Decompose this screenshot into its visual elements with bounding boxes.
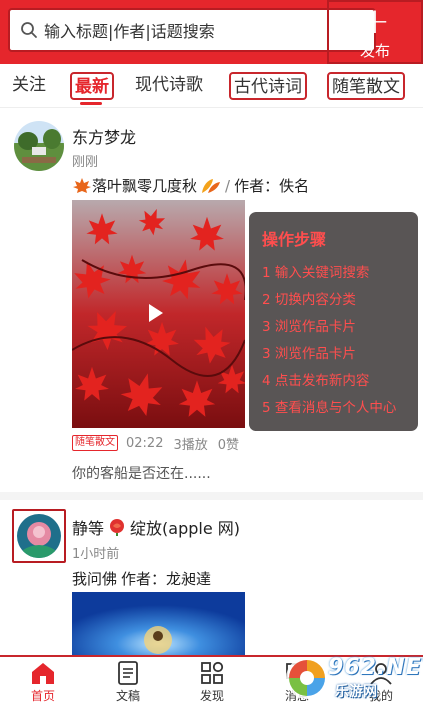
site-watermark: 962.NET 乐游网	[283, 651, 423, 705]
step-item: 2 切换内容分类	[262, 292, 356, 308]
post-title[interactable]: 落叶飘零几度秋 / 作者：佚名	[72, 175, 309, 196]
avatar[interactable]	[14, 121, 64, 171]
post-author-text: 静等	[72, 519, 105, 538]
steps-overlay: 操作步骤 1 输入关键词搜索 2 切换内容分类 3 浏览作品卡片 3 浏览作品卡…	[249, 212, 418, 431]
search-input[interactable]: 输入标题|作者|话题搜索	[8, 8, 376, 52]
like-count[interactable]: 0赞	[218, 434, 239, 453]
post-title-text: 落叶飘零几度秋	[92, 177, 198, 195]
post-time: 1小时前	[72, 547, 120, 562]
tab-latest[interactable]: 最新	[70, 72, 114, 100]
post-title-text: 我问佛	[72, 570, 118, 588]
step-item: 5 查看消息与个人中心	[262, 400, 397, 416]
post-author[interactable]: 东方梦龙	[72, 124, 136, 148]
post-excerpt[interactable]: 你的客船是否还在......	[72, 463, 211, 483]
category-tag[interactable]: 随笔散文	[72, 435, 118, 451]
active-tab-indicator	[80, 102, 102, 105]
post-meta: 随笔散文 02:22 3播放 0赞	[72, 434, 249, 453]
video-thumbnail[interactable]	[72, 592, 245, 657]
play-count: 3播放	[173, 437, 208, 453]
grid-icon	[201, 661, 224, 684]
steps-title: 操作步骤	[262, 230, 327, 249]
post-author-suffix: 绽放(apple 网)	[130, 519, 240, 538]
search-placeholder: 输入标题|作者|话题搜索	[44, 22, 215, 41]
top-header: 输入标题|作者|话题搜索 + 发布	[0, 0, 423, 64]
document-icon	[118, 661, 138, 685]
nav-discover[interactable]: 发现	[182, 661, 242, 704]
watermark-site: 乐游网	[335, 684, 377, 700]
post-author-label: 作者：龙昶達	[121, 570, 212, 588]
search-icon	[21, 22, 37, 38]
title-separator: /	[225, 176, 231, 195]
nav-documents[interactable]: 文稿	[98, 661, 158, 704]
leaves-icon	[202, 178, 221, 193]
category-tabs: 关注 最新 现代诗歌 古代诗词 随笔散文	[0, 64, 423, 108]
step-item: 4 点击发布新内容	[262, 373, 370, 389]
home-icon	[32, 663, 54, 684]
publish-label: 发布	[359, 42, 390, 60]
post-author[interactable]: 静等 绽放(apple 网)	[72, 515, 240, 539]
step-item: 3 浏览作品卡片	[262, 319, 356, 335]
maple-leaf-icon	[73, 177, 91, 193]
watermark-number: 962.NET	[328, 655, 423, 680]
plus-icon: +	[359, 1, 391, 42]
nav-home[interactable]: 首页	[13, 661, 73, 704]
nav-discover-label: 发现	[199, 689, 224, 703]
post-time: 刚刚	[72, 155, 99, 170]
avatar[interactable]	[17, 514, 61, 558]
post-author-label: 作者：佚名	[234, 177, 310, 195]
tab-classical-poetry[interactable]: 古代诗词	[229, 72, 307, 100]
post-divider	[0, 492, 423, 500]
nav-documents-label: 文稿	[115, 689, 140, 703]
rose-icon	[110, 519, 125, 536]
play-icon[interactable]	[149, 304, 163, 322]
step-item: 3 浏览作品卡片	[262, 346, 356, 362]
nav-home-label: 首页	[30, 689, 55, 703]
watermark-logo-icon	[286, 657, 328, 699]
video-duration: 02:22	[126, 435, 164, 451]
tab-essays[interactable]: 随笔散文	[327, 72, 405, 100]
post-title[interactable]: 我问佛 作者：龙昶達	[72, 568, 211, 589]
tab-modern-poetry[interactable]: 现代诗歌	[135, 72, 203, 100]
tab-follow[interactable]: 关注	[12, 72, 46, 100]
publish-button[interactable]: + 发布	[327, 0, 423, 64]
step-item: 1 输入关键词搜索	[262, 265, 370, 281]
